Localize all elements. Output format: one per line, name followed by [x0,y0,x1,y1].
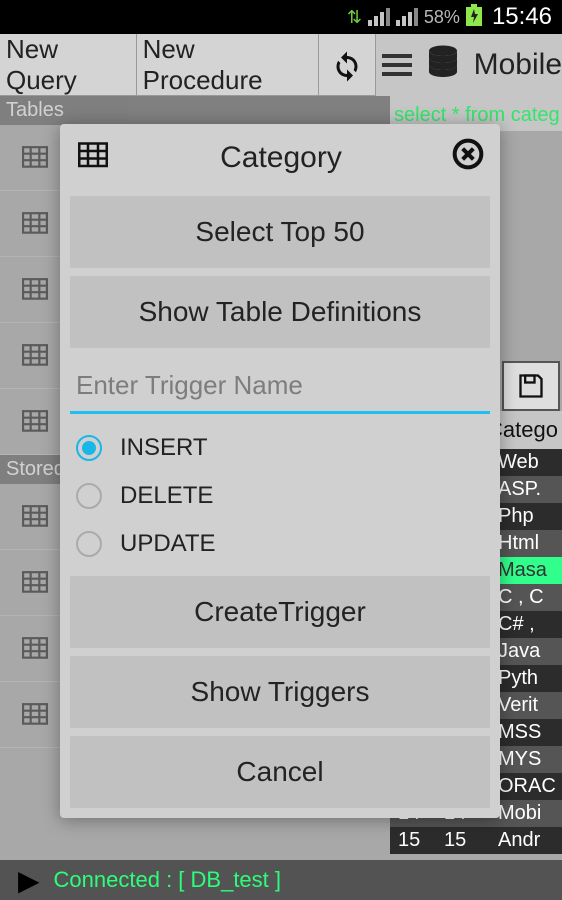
table-icon [20,702,50,728]
data-cell[interactable]: Mobi [490,800,562,827]
show-definitions-button[interactable]: Show Table Definitions [70,276,490,348]
table-actions-dialog: Category Select Top 50 Show Table Defini… [60,124,500,818]
data-cell[interactable]: MSS [490,719,562,746]
save-button[interactable] [502,361,560,411]
refresh-button[interactable] [319,34,376,96]
radio-label: DELETE [120,482,213,510]
refresh-icon [329,47,365,83]
close-button[interactable] [452,137,484,179]
data-cell[interactable]: Pyth [490,665,562,692]
table-icon [20,570,50,596]
trigger-name-input[interactable] [70,348,490,414]
show-triggers-button[interactable]: Show Triggers [70,656,490,728]
data-cell[interactable]: C# , [490,611,562,638]
cancel-button[interactable]: Cancel [70,736,490,808]
table-icon [20,504,50,530]
data-cell[interactable]: Java [490,638,562,665]
data-cell[interactable]: MYS [490,746,562,773]
tables-header: Tables [0,96,390,125]
table-icon [20,409,50,435]
signal-icon [368,8,390,26]
table-icon [20,277,50,303]
database-icon [422,42,464,89]
new-query-button[interactable]: New Query [0,34,137,96]
radio-update[interactable]: UPDATE [70,520,490,568]
battery-icon [466,4,482,31]
app-title: Mobile [474,48,562,82]
close-icon [452,138,484,170]
trigger-type-radiogroup: INSERT DELETE UPDATE [70,424,490,568]
battery-pct: 58% [424,7,460,28]
data-cell[interactable]: C , C [490,584,562,611]
clock: 15:46 [492,3,552,31]
new-procedure-button[interactable]: New Procedure [137,34,319,96]
table-icon [76,141,110,176]
toolbar: New Query New Procedure Mobile [0,34,562,96]
table-icon [20,145,50,171]
data-cell[interactable]: Php [490,503,562,530]
data-cell[interactable]: 1515 [390,827,490,854]
radio-icon [76,435,102,461]
create-trigger-button[interactable]: CreateTrigger [70,576,490,648]
play-icon[interactable]: ▶ [18,864,40,897]
dialog-title: Category [110,141,452,175]
data-cell[interactable]: Html [490,530,562,557]
table-icon [20,636,50,662]
radio-label: UPDATE [120,530,216,558]
select-top-button[interactable]: Select Top 50 [70,196,490,268]
radio-icon [76,483,102,509]
save-icon [517,372,545,400]
connection-text: Connected : [ DB_test ] [54,867,281,893]
data-cell[interactable]: Andr [490,827,562,854]
data-cell[interactable]: Web [490,449,562,476]
radio-label: INSERT [120,434,208,462]
android-status-bar: ⇅ 58% 15:46 [0,0,562,34]
data-cell[interactable]: ORAC [490,773,562,800]
connection-status-bar: ▶ Connected : [ DB_test ] [0,860,562,900]
sync-icon: ⇅ [347,7,362,28]
menu-icon[interactable] [382,54,412,76]
table-icon [20,211,50,237]
signal-icon [396,8,418,26]
table-icon [20,343,50,369]
app-header: Mobile [376,34,562,96]
data-cell[interactable]: Verit [490,692,562,719]
radio-icon [76,531,102,557]
radio-insert[interactable]: INSERT [70,424,490,472]
data-cell[interactable]: ASP. [490,476,562,503]
data-cell[interactable]: Masa [490,557,562,584]
radio-delete[interactable]: DELETE [70,472,490,520]
